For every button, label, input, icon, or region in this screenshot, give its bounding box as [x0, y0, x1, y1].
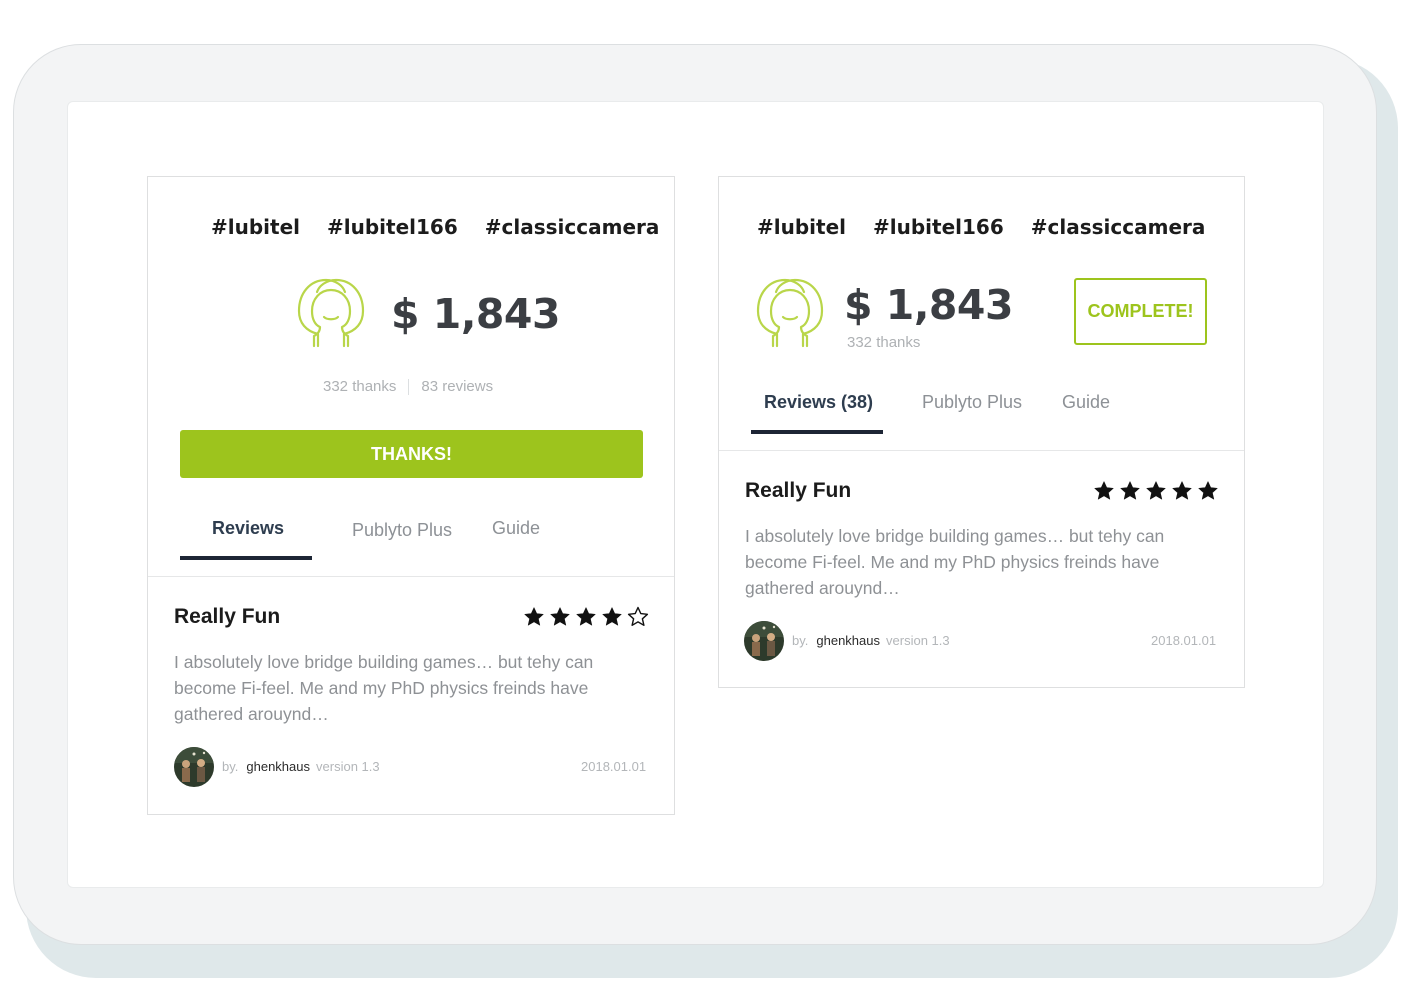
star-filled-icon	[1198, 481, 1218, 500]
price: $ 1,843	[391, 290, 561, 338]
active-tab-underline	[180, 556, 312, 560]
tabs-divider	[148, 576, 674, 577]
review-body: I absolutely love bridge building games……	[174, 652, 594, 724]
version-label: version 1.3	[886, 633, 950, 648]
avatar[interactable]	[174, 747, 214, 787]
version-label: version 1.3	[316, 759, 380, 774]
star-filled-icon	[576, 607, 596, 626]
star-rating	[523, 606, 649, 627]
hashtag[interactable]: #classiccamera	[1031, 215, 1206, 239]
star-filled-icon	[1094, 481, 1114, 500]
reviews-count: 83 reviews	[421, 378, 494, 395]
tabs-divider	[719, 450, 1244, 451]
hashtag[interactable]: #lubitel	[211, 215, 300, 239]
hashtag[interactable]: #lubitel	[757, 215, 846, 239]
star-rating	[1093, 480, 1219, 501]
thanks-button[interactable]: THANKS!	[180, 430, 643, 478]
by-label: by.	[222, 759, 239, 774]
avatar[interactable]	[744, 621, 784, 661]
price: $ 1,843	[844, 281, 1014, 329]
tab-publyto-plus[interactable]: Publyto Plus	[922, 392, 1022, 413]
thanks-count: 332 thanks	[323, 378, 397, 395]
tab-guide[interactable]: Guide	[1062, 392, 1110, 413]
stats-divider	[408, 379, 410, 396]
product-card-right: #lubitel #lubitel166 #classiccamera $ 1,…	[718, 176, 1245, 688]
review-title: Really Fun	[174, 605, 281, 628]
review-meta: by. ghenkhaus version 1.3	[222, 759, 380, 774]
star-filled-icon	[1146, 481, 1166, 500]
double-head-profile-icon	[297, 278, 365, 348]
star-filled-icon	[550, 607, 570, 626]
author-link[interactable]: ghenkhaus	[246, 759, 310, 774]
star-filled-icon	[1120, 481, 1140, 500]
thanks-count: 332 thanks	[847, 334, 921, 351]
star-filled-icon	[1172, 481, 1192, 500]
avatar-image	[174, 747, 214, 787]
hashtag[interactable]: #lubitel166	[327, 215, 458, 239]
tab-reviews[interactable]: Reviews (38)	[764, 392, 873, 413]
star-empty-icon	[627, 606, 649, 626]
review-body: I absolutely love bridge building games……	[745, 526, 1165, 598]
product-card-left: #lubitel #lubitel166 #classiccamera $ 1,…	[147, 176, 675, 815]
tab-reviews[interactable]: Reviews	[212, 518, 284, 539]
hashtag-list: #lubitel #lubitel166 #classiccamera	[211, 215, 659, 239]
double-head-profile-icon	[756, 278, 824, 348]
tab-guide[interactable]: Guide	[492, 518, 540, 539]
star-filled-icon	[602, 607, 622, 626]
review-date: 2018.01.01	[1151, 633, 1217, 648]
complete-button[interactable]: COMPLETE!	[1074, 278, 1207, 345]
tab-publyto-plus[interactable]: Publyto Plus	[352, 520, 452, 541]
review-title: Really Fun	[745, 479, 852, 502]
hashtag[interactable]: #lubitel166	[873, 215, 1004, 239]
active-tab-underline	[751, 430, 883, 434]
avatar-image	[744, 621, 784, 661]
stats-row: 332 thanks 83 reviews	[323, 378, 494, 396]
review-meta: by. ghenkhaus version 1.3	[792, 633, 950, 648]
hashtag[interactable]: #classiccamera	[485, 215, 660, 239]
author-link[interactable]: ghenkhaus	[816, 633, 880, 648]
review-date: 2018.01.01	[581, 759, 647, 774]
by-label: by.	[792, 633, 809, 648]
hashtag-list: #lubitel #lubitel166 #classiccamera	[757, 215, 1205, 239]
star-filled-icon	[524, 607, 544, 626]
